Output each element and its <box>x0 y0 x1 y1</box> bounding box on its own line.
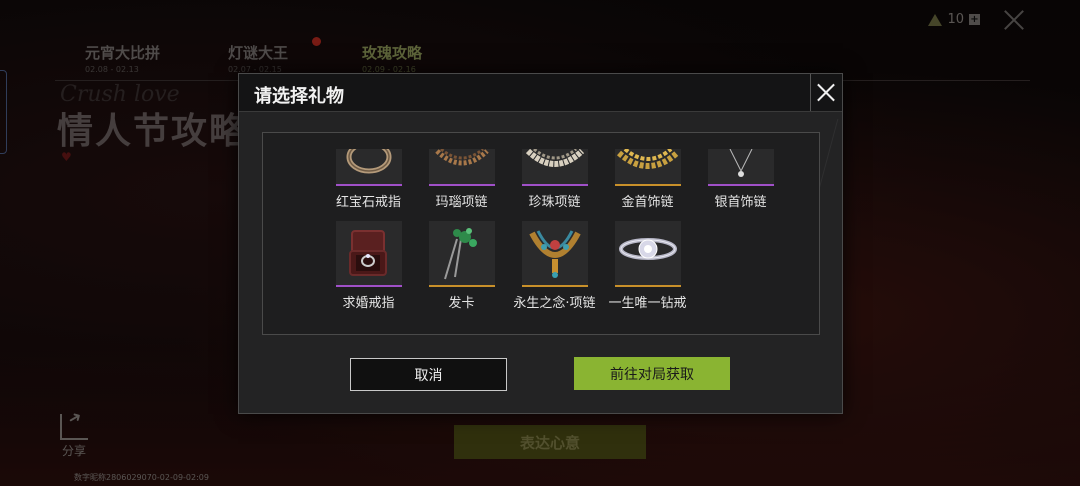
gift-item-eternal-necklace[interactable]: 永生之念·项链 <box>508 221 601 311</box>
ring-icon <box>335 149 402 184</box>
gift-label: 珍珠项链 <box>528 195 581 210</box>
rarity-bar <box>707 184 774 186</box>
gift-item-gold-chain[interactable]: 金首饰链 <box>601 149 694 210</box>
rarity-bar <box>428 285 495 287</box>
rarity-bar <box>521 285 588 287</box>
gift-grid: 红宝石戒指 玛瑙项链 珍珠项链 金首饰链 银首饰链 求婚戒指 发卡 永生之念·项… <box>262 132 820 335</box>
dialog-header: 请选择礼物 <box>239 74 842 112</box>
diamond-ring-icon <box>614 221 681 285</box>
necklace-icon <box>521 149 588 184</box>
cancel-button[interactable]: 取消 <box>350 358 507 391</box>
gift-item-agate-necklace[interactable]: 玛瑙项链 <box>415 149 508 210</box>
gift-item-silver-chain[interactable]: 银首饰链 <box>694 149 787 210</box>
rarity-bar <box>521 184 588 186</box>
gift-item-hairpin[interactable]: 发卡 <box>415 221 508 311</box>
gift-label: 一生唯一钻戒 <box>608 296 687 311</box>
rarity-bar <box>335 184 402 186</box>
hairpin-icon <box>428 221 495 285</box>
gift-label: 永生之念·项链 <box>513 296 596 311</box>
close-button[interactable] <box>810 74 842 111</box>
gift-select-dialog: 请选择礼物 红宝石戒指 玛瑙项链 珍珠项链 金首饰链 银首饰链 求婚戒指 发卡 … <box>238 73 843 414</box>
rarity-bar <box>614 184 681 186</box>
rarity-bar <box>335 285 402 287</box>
rarity-bar <box>428 184 495 186</box>
gift-item-proposal-ring[interactable]: 求婚戒指 <box>322 221 415 311</box>
necklace-icon <box>428 149 495 184</box>
gift-label: 发卡 <box>448 296 475 311</box>
gift-label: 银首饰链 <box>714 195 767 210</box>
gift-item-diamond-ring[interactable]: 一生唯一钻戒 <box>601 221 694 311</box>
gift-label: 求婚戒指 <box>342 296 395 311</box>
dialog-title: 请选择礼物 <box>254 86 344 107</box>
gift-label: 玛瑙项链 <box>435 195 488 210</box>
rarity-bar <box>614 285 681 287</box>
go-to-match-button[interactable]: 前往对局获取 <box>574 357 730 390</box>
gift-label: 红宝石戒指 <box>335 195 401 210</box>
gift-item-ruby-ring[interactable]: 红宝石戒指 <box>322 149 415 210</box>
pendant-icon <box>707 149 774 184</box>
gift-item-pearl-necklace[interactable]: 珍珠项链 <box>508 149 601 210</box>
chain-icon <box>614 149 681 184</box>
jeweled-necklace-icon <box>521 221 588 285</box>
ring-box-icon <box>335 221 402 285</box>
gift-label: 金首饰链 <box>621 195 674 210</box>
